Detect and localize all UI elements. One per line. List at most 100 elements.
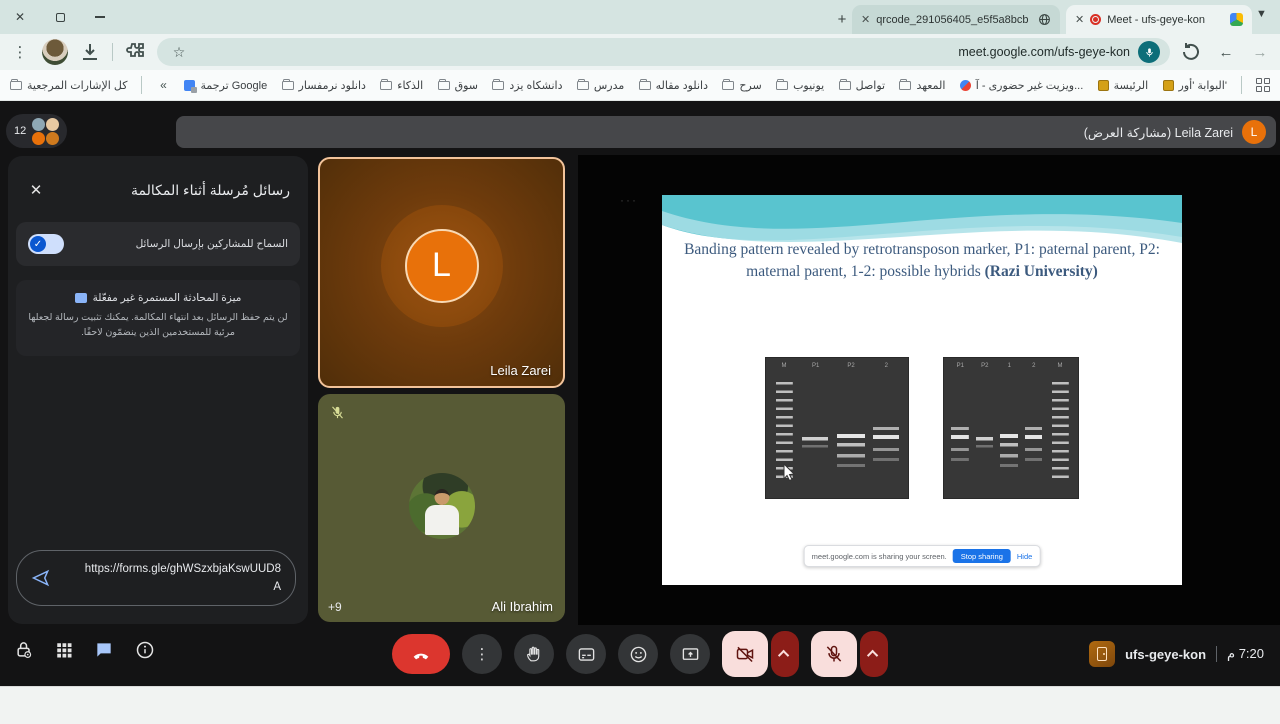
draft-message-text: https://forms.gle/ghWSzxbjaKswUUD8 A — [61, 560, 281, 597]
apps-grid-icon[interactable] — [1256, 78, 1270, 92]
mic-options-chevron[interactable] — [860, 631, 888, 677]
activities-grid-icon[interactable] — [55, 641, 73, 659]
chevron-up-icon — [867, 650, 878, 661]
gel-lane: P2 — [835, 360, 866, 496]
chat-message-input[interactable]: https://forms.gle/ghWSzxbjaKswUUD8 A — [16, 550, 296, 606]
allow-messages-toggle[interactable]: ✓ — [28, 234, 64, 254]
bookmark-item[interactable]: يونيوب — [776, 79, 824, 92]
bookmark-item[interactable]: مدرس — [577, 79, 624, 92]
camera-off-button[interactable] — [722, 631, 768, 677]
raise-hand-button[interactable] — [514, 634, 554, 674]
bookmark-star-icon[interactable]: ☆ — [167, 40, 191, 64]
smiley-icon — [629, 645, 648, 664]
gel-lane: P2 — [975, 360, 996, 496]
folder-icon — [380, 81, 392, 90]
profile-avatar[interactable] — [42, 39, 68, 65]
meeting-code: ufs-geye-kon — [1125, 647, 1206, 662]
meet-bottom-left-icons — [14, 640, 155, 660]
mouse-cursor — [783, 463, 796, 481]
folder-icon — [577, 81, 589, 90]
bookmarks-overflow-chevron[interactable]: « — [156, 73, 170, 97]
drive-favicon — [1230, 13, 1243, 26]
bookmark-item[interactable]: ترجمة Google — [184, 79, 267, 92]
tab-close-icon[interactable]: ✕ — [1075, 13, 1084, 26]
send-icon[interactable] — [31, 568, 51, 588]
bookmark-item[interactable]: تواصل — [839, 79, 885, 92]
bookmark-item[interactable]: دانشكاه يزد — [492, 79, 562, 92]
bookmark-item[interactable]: دانلود نرمفسار — [282, 79, 366, 92]
tab-meet[interactable]: ✕ Meet - ufs-geye-kon — [1066, 5, 1252, 34]
meeting-clock: 7:20 م — [1227, 646, 1264, 662]
more-options-button[interactable]: ⋮ — [462, 634, 502, 674]
video-tile-leila[interactable]: L Leila Zarei — [318, 157, 565, 388]
bookmark-item[interactable]: سرح — [722, 79, 761, 92]
chat-icon-active[interactable] — [94, 640, 114, 660]
new-tab-button[interactable]: + — [830, 8, 854, 30]
host-controls-lock-icon[interactable] — [14, 640, 34, 660]
mic-permission-icon[interactable] — [1138, 41, 1160, 63]
video-tile-ali[interactable]: +9 Ali Ibrahim — [318, 394, 565, 622]
extensions-puzzle-icon[interactable] — [123, 40, 147, 64]
bookmark-item[interactable]: دانلود مقاله — [639, 79, 708, 92]
bookmark-item[interactable]: الرئيسة — [1098, 79, 1149, 92]
emblem-favicon — [1163, 80, 1174, 91]
stop-sharing-button[interactable]: Stop sharing — [953, 549, 1011, 563]
gel-lane-label: M — [1048, 363, 1072, 369]
tab-title: qrcode_291056405_e5f5a8bcb — [876, 14, 1032, 26]
gel-lane: 1 — [999, 360, 1020, 496]
hand-icon — [525, 645, 543, 663]
participants-count-pill[interactable]: 12 — [6, 114, 67, 148]
folder-icon — [899, 81, 911, 90]
gel-lane-label: P1 — [950, 363, 971, 369]
bookmark-item[interactable]: البوابة 'أور' — [1163, 79, 1227, 92]
sharing-message: meet.google.com is sharing your screen. — [812, 552, 947, 561]
all-bookmarks-button[interactable]: كل الإشارات المرجعية — [10, 79, 127, 92]
present-screen-button[interactable] — [670, 634, 710, 674]
browser-menu-button[interactable]: ⋮ — [8, 40, 32, 64]
window-maximize-button[interactable] — [40, 0, 80, 34]
forward-icon: → — [1248, 40, 1272, 64]
google-translate-icon — [184, 80, 195, 91]
folder-icon — [282, 81, 294, 90]
back-icon[interactable]: ← — [1214, 40, 1238, 64]
leave-call-button[interactable] — [392, 634, 450, 674]
avatar: L — [405, 229, 479, 303]
camera-off-icon — [735, 644, 755, 664]
toolbar-divider — [112, 43, 113, 61]
bookmark-item[interactable]: سوق — [438, 79, 478, 92]
participants-count: 12 — [14, 125, 26, 137]
bookmark-item[interactable]: الذكاء — [380, 79, 423, 92]
bookmark-item[interactable]: المعهد — [899, 79, 945, 92]
mic-off-button[interactable] — [811, 631, 857, 677]
address-bar[interactable]: ☆ meet.google.com/ufs-geye-kon — [157, 38, 1170, 66]
gel-lane-label: P2 — [975, 363, 996, 369]
participant-name: Leila Zarei — [490, 363, 551, 378]
captions-button[interactable] — [566, 634, 606, 674]
sharing-notification-bar: meet.google.com is sharing your screen. … — [804, 545, 1041, 567]
camera-options-chevron[interactable] — [771, 631, 799, 677]
bookmarks-divider — [1241, 76, 1242, 94]
allow-messages-label: السماح للمشاركين بإرسال الرسائل — [136, 238, 288, 250]
hide-link[interactable]: Hide — [1017, 552, 1032, 561]
tab-title: Meet - ufs-geye-kon — [1107, 14, 1224, 26]
emblem-favicon — [1098, 80, 1109, 91]
participant-name: Ali Ibrahim — [492, 599, 553, 614]
folder-icon — [776, 81, 788, 90]
gel-lane-label: 1 — [999, 363, 1020, 369]
bookmark-item[interactable]: ويزيت غير حضورى - آ... — [960, 79, 1084, 92]
window-close-button[interactable]: ✕ — [0, 0, 40, 34]
chat-notice-card: ميزة المحادثة المستمرة غير مفعّلة لن يتم… — [16, 280, 300, 356]
info-icon[interactable] — [135, 640, 155, 660]
tab-qrcode[interactable]: ✕ qrcode_291056405_e5f5a8bcb — [852, 5, 1060, 34]
download-icon[interactable] — [78, 40, 102, 64]
tab-close-icon[interactable]: ✕ — [861, 13, 870, 26]
gel-lane: 2 — [871, 360, 902, 496]
window-minimize-button[interactable] — [80, 0, 120, 34]
reactions-button[interactable] — [618, 634, 658, 674]
folder-icon — [438, 81, 450, 90]
tab-list-chevron-icon[interactable]: ▼ — [1256, 8, 1267, 20]
reload-icon[interactable] — [1180, 40, 1204, 64]
close-icon[interactable]: ✕ — [24, 178, 48, 202]
site-favicon — [960, 80, 971, 91]
slide-title: Banding pattern revealed by retrotranspo… — [680, 239, 1164, 284]
